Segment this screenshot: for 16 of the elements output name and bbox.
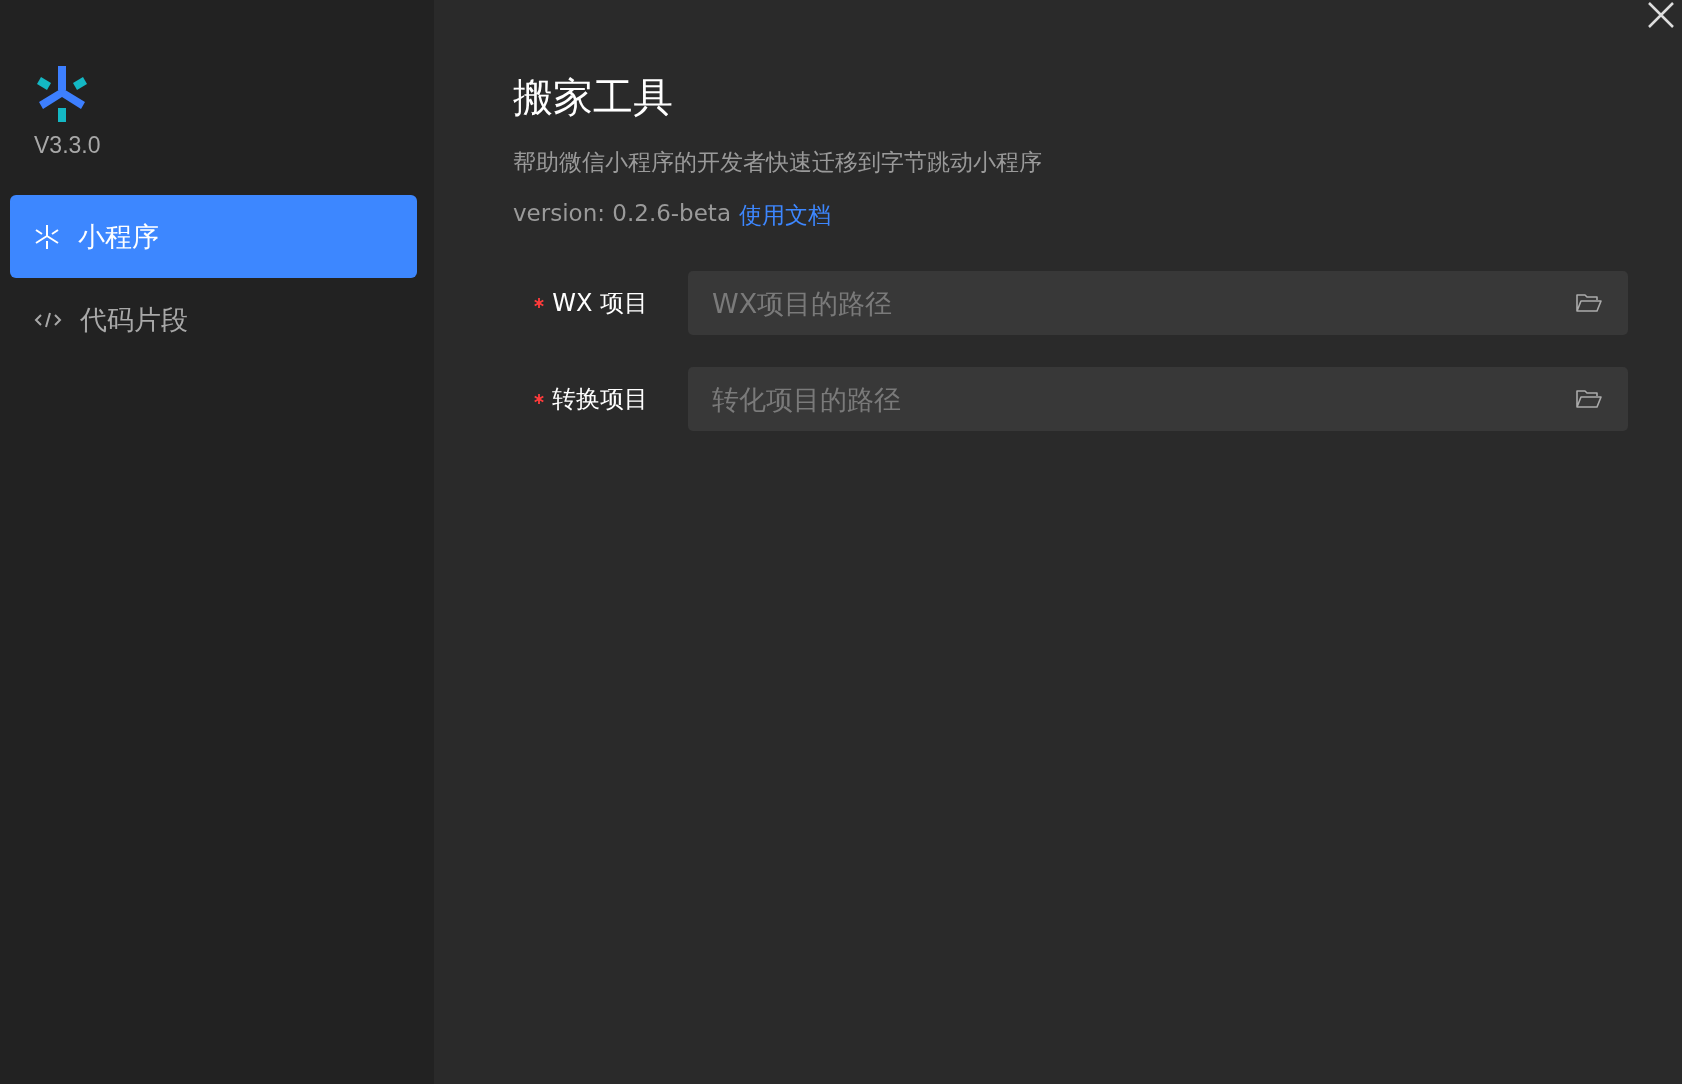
asterisk-icon bbox=[34, 223, 60, 250]
field-label: 转换项目 bbox=[552, 384, 648, 415]
menu-item[interactable]: 代码片段 bbox=[10, 278, 417, 361]
field-label: WX 项目 bbox=[552, 288, 648, 319]
logo-icon bbox=[35, 66, 89, 122]
tool-version: version: 0.2.6-beta bbox=[513, 200, 731, 228]
folder-icon[interactable] bbox=[1576, 389, 1602, 409]
docs-link[interactable]: 使用文档 bbox=[739, 200, 831, 231]
app-version: V3.3.0 bbox=[34, 132, 102, 159]
folder-icon[interactable] bbox=[1576, 293, 1602, 313]
menu-item[interactable]: 小程序 bbox=[10, 195, 417, 278]
page-title: 搬家工具 bbox=[513, 73, 674, 122]
path-input-field[interactable]: 转化项目的路径 bbox=[688, 367, 1628, 431]
path-input-field[interactable]: WX项目的路径 bbox=[688, 271, 1628, 335]
description: 帮助微信小程序的开发者快速迁移到字节跳动小程序 bbox=[513, 148, 1043, 177]
close-icon[interactable] bbox=[1648, 2, 1674, 28]
